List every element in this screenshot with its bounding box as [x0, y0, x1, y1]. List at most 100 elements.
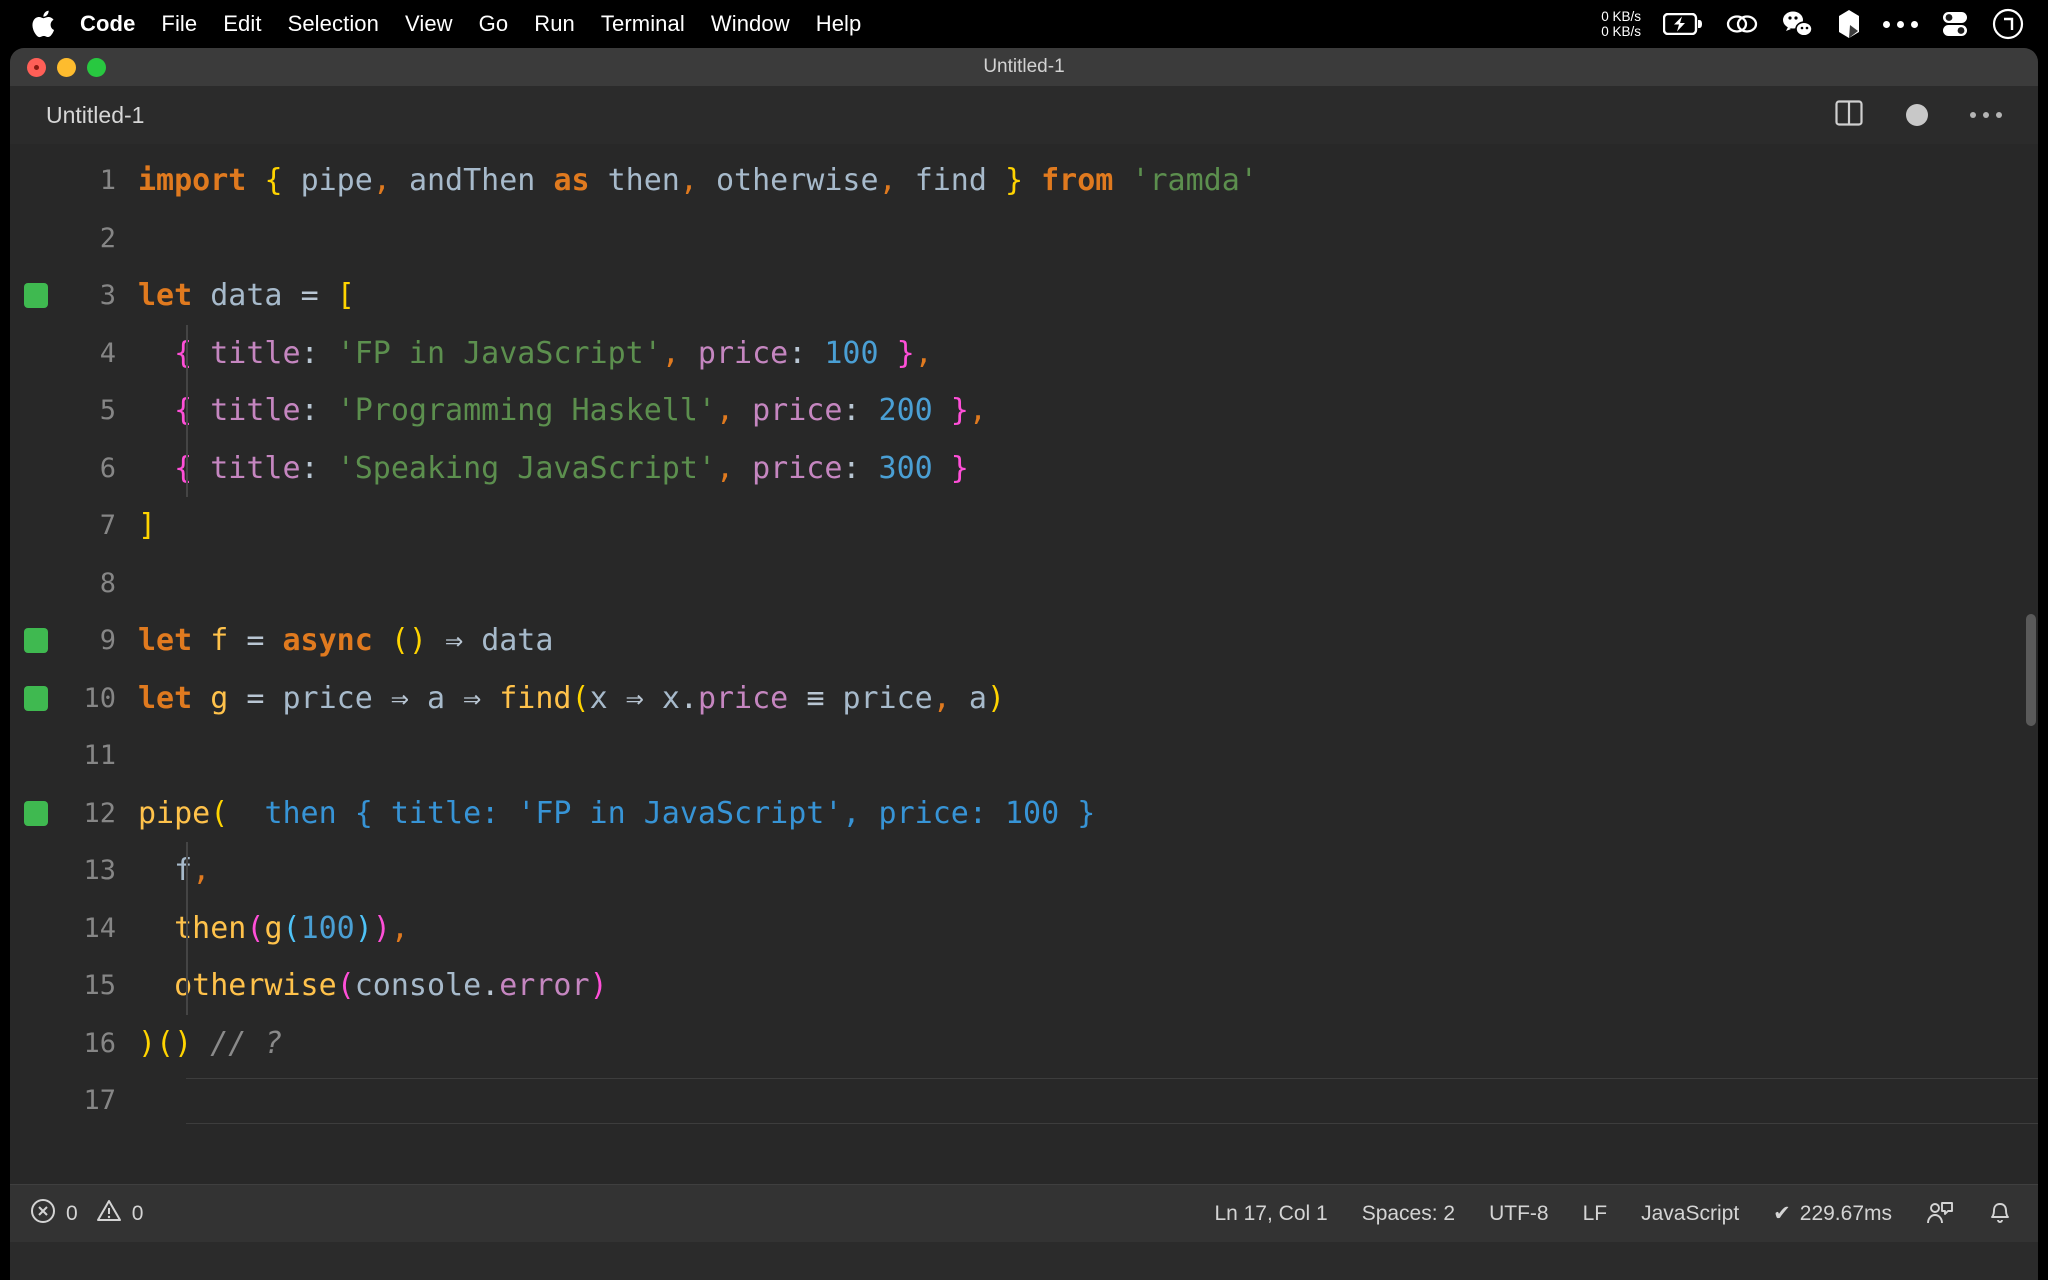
token-andthen: andThen	[408, 163, 536, 199]
git-added-marker	[24, 800, 48, 826]
code-line-17[interactable]: 17	[10, 1072, 2038, 1130]
window-title: Untitled-1	[983, 56, 1065, 77]
menu-selection[interactable]: Selection	[288, 11, 379, 37]
cursor-shard-icon[interactable]	[1837, 9, 1861, 39]
status-quokka-runtime[interactable]: ✔ 229.67ms	[1773, 1201, 1892, 1226]
close-button[interactable]	[27, 57, 46, 77]
code-line-7[interactable]: 7 ]	[10, 497, 2038, 555]
code-line-6[interactable]: 6 { title: 'Speaking JavaScript', price:…	[10, 439, 2038, 497]
menu-window[interactable]: Window	[711, 11, 790, 37]
current-line-highlight	[186, 1077, 2038, 1124]
unsaved-dot-icon[interactable]	[1906, 104, 1928, 126]
code-line-15[interactable]: 15 otherwise(console.error)	[10, 957, 2038, 1015]
indent-guide	[186, 899, 188, 957]
token-param-price: price	[282, 680, 373, 716]
line-content: let g = price ⇒ a ⇒ find(x ⇒ x.price ≡ p…	[138, 681, 1005, 716]
token-dot: .	[679, 680, 698, 716]
code-line-2[interactable]: 2	[10, 210, 2038, 268]
more-dots-icon[interactable]	[1883, 9, 1918, 39]
menu-file[interactable]: File	[161, 11, 197, 37]
code-line-13[interactable]: 13 f,	[10, 842, 2038, 900]
status-encoding[interactable]: UTF-8	[1489, 1202, 1549, 1226]
token-import: import	[138, 163, 247, 199]
line-content: pipe( then { title: 'FP in JavaScript', …	[138, 796, 1095, 831]
token-call-otherwise: otherwise	[174, 968, 337, 1004]
status-problems[interactable]: 0 0	[30, 1198, 143, 1230]
code-line-14[interactable]: 14 then(g(100)),	[10, 899, 2038, 957]
token-colon: :	[788, 335, 807, 371]
battery-charging-icon[interactable]	[1663, 9, 1703, 39]
token-comma: ,	[715, 450, 735, 486]
indent-guide	[186, 324, 188, 382]
token-key-price: price	[697, 335, 789, 371]
code-line-5[interactable]: 5 { title: 'Programming Haskell', price:…	[10, 382, 2038, 440]
line-number: 17	[83, 1085, 116, 1117]
more-actions-icon[interactable]	[1970, 112, 2002, 118]
token-number-price: 100	[824, 335, 879, 371]
siri-clock-icon[interactable]	[1992, 8, 2024, 40]
code-line-3[interactable]: 3 let data = [	[10, 267, 2038, 325]
menu-code[interactable]: Code	[80, 11, 135, 37]
menu-terminal[interactable]: Terminal	[601, 11, 685, 37]
token-brace-open: {	[174, 335, 193, 371]
menu-run[interactable]: Run	[534, 11, 575, 37]
split-editor-icon[interactable]	[1834, 99, 1864, 132]
apple-logo-icon[interactable]	[30, 9, 56, 39]
token-assign: =	[300, 278, 319, 314]
code-line-11[interactable]: 11	[10, 727, 2038, 785]
code-line-8[interactable]: 8	[10, 555, 2038, 613]
code-line-10[interactable]: 10 let g = price ⇒ a ⇒ find(x ⇒ x.price …	[10, 670, 2038, 728]
token-fn-f: f	[210, 623, 229, 659]
status-eol[interactable]: LF	[1583, 1202, 1608, 1226]
feedback-person-icon[interactable]	[1926, 1201, 1954, 1227]
wechat-icon[interactable]	[1781, 9, 1815, 39]
menu-view[interactable]: View	[405, 11, 453, 37]
code-line-12[interactable]: 12 pipe( then { title: 'FP in JavaScript…	[10, 785, 2038, 843]
vscode-window: Untitled-1 Untitled-1 1 import { pipe, a…	[10, 48, 2038, 1280]
token-otherwise: otherwise	[716, 163, 879, 199]
token-async: async	[282, 623, 373, 659]
token-brace-close: }	[950, 393, 969, 429]
token-paren-open: (	[210, 795, 229, 831]
token-paren-close: )	[372, 910, 391, 946]
token-paren-close: )	[589, 968, 608, 1004]
token-colon: :	[300, 335, 319, 371]
maximize-button[interactable]	[87, 57, 106, 77]
code-line-4[interactable]: 4 { title: 'FP in JavaScript', price: 10…	[10, 324, 2038, 382]
token-paren-open: (	[246, 910, 265, 946]
line-content: { title: 'FP in JavaScript', price: 100 …	[138, 336, 933, 371]
menu-help[interactable]: Help	[816, 11, 862, 37]
token-paren-close: )	[354, 910, 373, 946]
network-upload-speed: 0 KB/s	[1601, 9, 1641, 24]
status-indentation[interactable]: Spaces: 2	[1362, 1202, 1455, 1226]
token-colon: :	[842, 393, 861, 429]
token-call-pipe: pipe	[138, 795, 211, 831]
status-cursor-position[interactable]: Ln 17, Col 1	[1214, 1202, 1327, 1226]
code-rows: 1 import { pipe, andThen as then, otherw…	[10, 144, 2038, 1130]
tab-untitled-1[interactable]: Untitled-1	[46, 102, 144, 129]
token-param-price: price	[842, 680, 933, 716]
status-language-mode[interactable]: JavaScript	[1641, 1202, 1739, 1226]
code-line-9[interactable]: 9 let f = async () ⇒ data	[10, 612, 2038, 670]
token-brace-open: {	[174, 450, 193, 486]
minimize-button[interactable]	[57, 57, 76, 77]
indent-guide	[186, 439, 188, 497]
code-editor[interactable]: 1 import { pipe, andThen as then, otherw…	[10, 144, 2038, 1184]
token-key-title: title	[210, 450, 301, 486]
token-as: as	[553, 163, 590, 199]
token-comma: ,	[679, 163, 698, 199]
notifications-bell-icon[interactable]	[1988, 1201, 2012, 1227]
control-center-icon[interactable]	[1940, 9, 1970, 39]
editor-scrollbar-thumb[interactable]	[2026, 614, 2036, 726]
code-line-16[interactable]: 16 )() // ?	[10, 1015, 2038, 1073]
network-speed-indicator[interactable]: 0 KB/s 0 KB/s	[1601, 9, 1641, 39]
menu-go[interactable]: Go	[479, 11, 509, 37]
menu-edit[interactable]: Edit	[223, 11, 261, 37]
status-bar: 0 0 Ln 17, Col 1 Spaces: 2 UTF-8 LF Java…	[10, 1184, 2038, 1242]
token-then: then	[607, 163, 680, 199]
line-content: ]	[138, 508, 156, 543]
link-chain-icon[interactable]	[1725, 9, 1759, 39]
token-paren-close: )	[986, 680, 1005, 716]
code-line-1[interactable]: 1 import { pipe, andThen as then, otherw…	[10, 152, 2038, 210]
token-number-price: 200	[878, 393, 933, 429]
